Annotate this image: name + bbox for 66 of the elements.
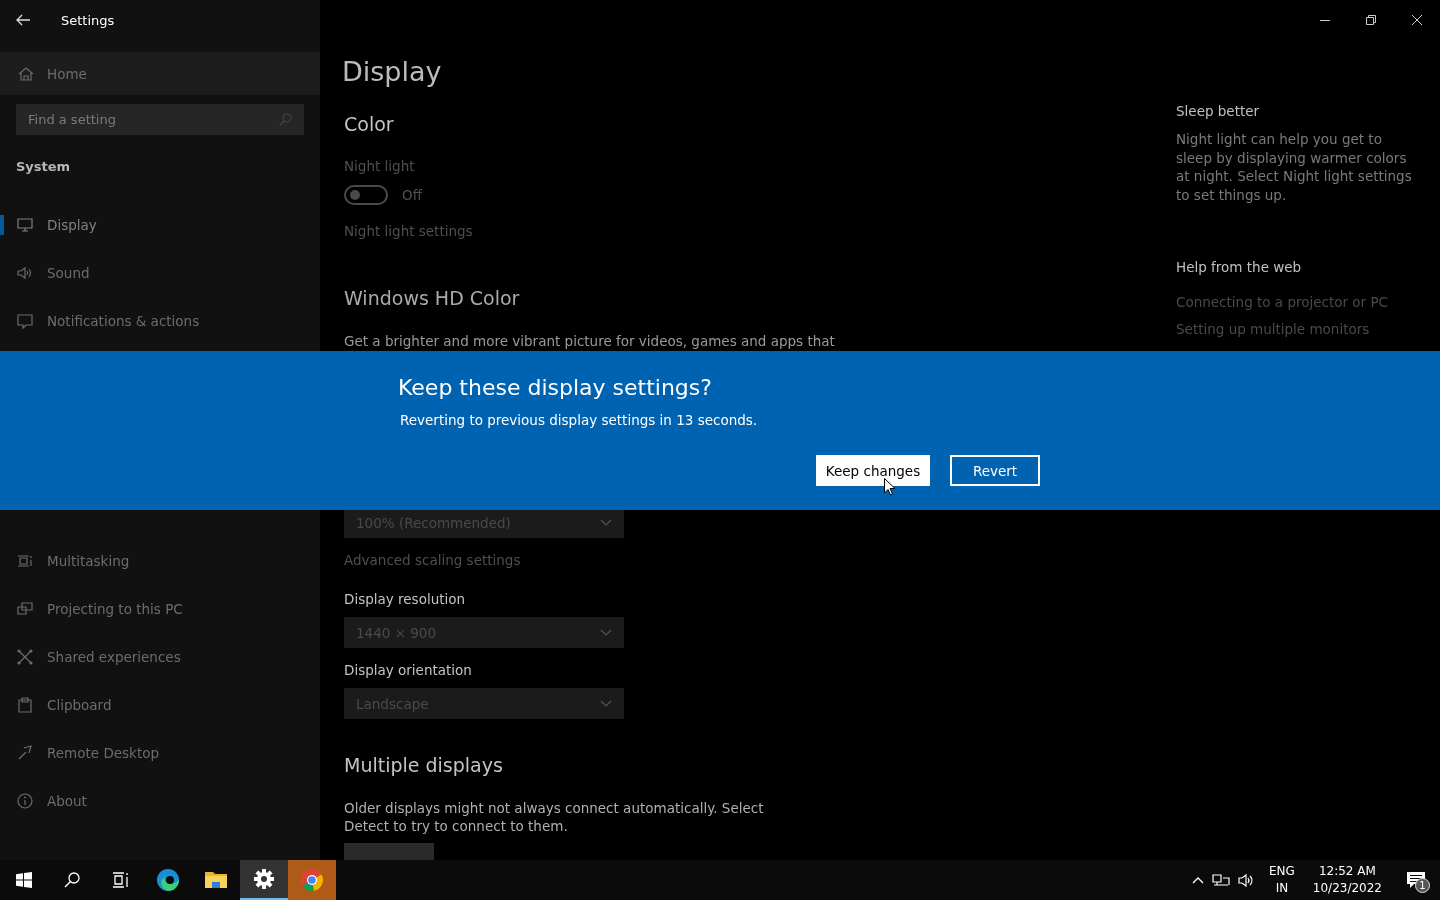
shared-icon xyxy=(16,648,34,666)
volume-icon[interactable] xyxy=(1237,872,1255,888)
dialog-message: Reverting to previous display settings in 13 seconds. xyxy=(400,411,759,430)
sidebar-item[interactable]: Multitasking xyxy=(0,537,320,585)
sidebar-item[interactable]: Notifications & actions xyxy=(0,297,320,345)
chevron-down-icon xyxy=(600,519,612,526)
revert-button[interactable]: Revert xyxy=(950,455,1040,486)
home-item[interactable]: Home xyxy=(0,52,320,95)
remote-icon xyxy=(16,744,34,762)
keep-changes-button[interactable]: Keep changes xyxy=(816,455,930,486)
setting-label: Display orientation xyxy=(344,661,472,680)
setting-label: Night light xyxy=(344,157,415,176)
task-view-icon xyxy=(111,872,129,888)
close-icon xyxy=(1412,15,1422,25)
description-text: Get a brighter and more vibrant picture for videos, games and apps that xyxy=(344,332,835,351)
sidebar-item[interactable]: Clipboard xyxy=(0,681,320,729)
aside-text: Night light can help you get to sleep by displaying warmer colors at night. Select Night light settings to set things up. xyxy=(1176,130,1413,204)
toggle-state: Off xyxy=(402,187,422,203)
sidebar-item[interactable]: Projecting to this PC xyxy=(0,585,320,633)
windows-logo-icon xyxy=(16,872,32,888)
clipboard-icon xyxy=(16,696,34,714)
language-indicator[interactable]: ENG IN xyxy=(1268,863,1295,897)
chevron-down-icon xyxy=(600,700,612,707)
speaker-icon xyxy=(16,264,34,282)
toggle-switch[interactable] xyxy=(344,185,388,205)
back-arrow-icon xyxy=(15,13,31,27)
multitasking-icon xyxy=(16,552,34,570)
window-title: Settings xyxy=(61,12,115,28)
aside-heading: Sleep better xyxy=(1176,102,1260,121)
description-text: Older displays might not always connect automatically. Select Detect to try to connect to them. xyxy=(344,799,765,835)
page-title: Display xyxy=(342,55,442,89)
notification-button[interactable]: 1 xyxy=(1400,860,1432,900)
aside-heading: Help from the web xyxy=(1176,258,1302,277)
cursor-icon xyxy=(884,478,896,496)
search-icon xyxy=(279,113,292,126)
restore-icon xyxy=(1366,15,1376,25)
sidebar-item[interactable]: Display xyxy=(0,201,320,249)
info-icon xyxy=(16,792,34,810)
help-link[interactable]: Connecting to a projector or PC xyxy=(1176,292,1389,312)
notification-count: 1 xyxy=(1415,878,1430,893)
chevron-down-icon xyxy=(600,629,612,636)
setting-label: Display resolution xyxy=(344,590,466,609)
search-field[interactable]: Find a setting xyxy=(16,104,304,135)
chrome-icon xyxy=(300,868,324,892)
dialog-title: Keep these display settings? xyxy=(398,374,713,402)
network-icon[interactable] xyxy=(1211,873,1230,887)
help-link[interactable]: Setting up multiple monitors xyxy=(1176,319,1370,339)
settings-link[interactable]: Advanced scaling settings xyxy=(344,550,521,570)
gear-icon xyxy=(252,867,276,891)
section-heading: Color xyxy=(344,112,394,137)
projecting-icon xyxy=(16,600,34,618)
clock[interactable]: 12:52 AM 10/23/2022 xyxy=(1312,863,1382,897)
message-icon xyxy=(16,312,34,330)
gear-taskbar-button[interactable] xyxy=(240,860,288,900)
sidebar-item[interactable]: Sound xyxy=(0,249,320,297)
section-heading: Windows HD Color xyxy=(344,286,520,311)
sidebar-item[interactable]: Remote Desktop xyxy=(0,729,320,777)
search-icon xyxy=(64,872,80,888)
section-heading: System xyxy=(15,157,72,176)
chevron-up-icon[interactable] xyxy=(1191,876,1204,884)
monitor-icon xyxy=(16,216,34,234)
sidebar-item[interactable]: About xyxy=(0,777,320,825)
edge-icon xyxy=(156,868,180,892)
section-heading: Multiple displays xyxy=(344,753,503,778)
sidebar-item[interactable]: Shared experiences xyxy=(0,633,320,681)
settings-link[interactable]: Night light settings xyxy=(344,221,473,241)
